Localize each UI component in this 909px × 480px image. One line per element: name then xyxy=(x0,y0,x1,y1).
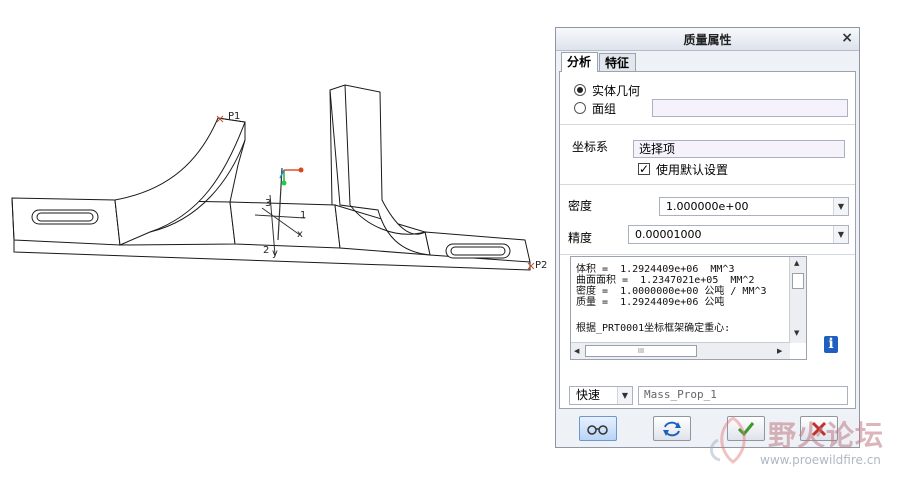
scroll-right-icon[interactable]: ▶ xyxy=(777,347,782,355)
csys-select-field[interactable]: 选择项 xyxy=(633,140,845,158)
csys-label: 坐标系 xyxy=(572,140,609,154)
results-text-area[interactable]: 体积 = 1.2924409e+06 MM^3 曲面面积 = 1.2347021… xyxy=(570,256,807,360)
csys-axis-1: 1 xyxy=(300,210,307,221)
watermark-brand: 野火论坛 xyxy=(768,419,885,452)
scroll-up-icon[interactable]: ▲ xyxy=(794,259,799,267)
density-value: 1.000000e+00 xyxy=(666,200,749,213)
right-slot xyxy=(445,243,511,259)
watermark-logo-icon xyxy=(710,416,746,464)
density-input[interactable]: 1.000000e+00 ▼ xyxy=(659,197,849,216)
divider xyxy=(560,124,855,125)
csys-axis-3: 3 xyxy=(265,198,272,209)
scroll-left-icon[interactable]: ◀ xyxy=(574,347,579,355)
datum-point-p1[interactable]: P1 xyxy=(228,111,240,122)
repeat-button[interactable] xyxy=(653,416,691,441)
scroll-down-icon[interactable]: ▼ xyxy=(794,329,799,337)
result-mass: 质量 = 1.2924409e+06 公吨 xyxy=(576,297,725,308)
cad-viewport[interactable] xyxy=(0,0,560,480)
watermark-url: www.proewildfire.cn xyxy=(760,453,881,467)
chevron-down-icon[interactable]: ▼ xyxy=(833,226,848,243)
info-icon[interactable]: i xyxy=(824,336,838,353)
density-label: 密度 xyxy=(568,199,593,213)
dialog-title: 质量属性 xyxy=(683,33,732,47)
quilt-radio[interactable] xyxy=(574,102,586,114)
use-default-checkbox[interactable]: ✓ xyxy=(638,163,650,175)
scroll-thumb[interactable]: III xyxy=(585,345,697,357)
csys-axis-2: 2 xyxy=(263,245,270,256)
accuracy-input[interactable]: 0.00001000 ▼ xyxy=(628,225,849,244)
analysis-name-value: Mass_Prop_1 xyxy=(644,388,717,401)
accuracy-label: 精度 xyxy=(568,231,593,245)
csys-axis-y: y xyxy=(272,248,278,259)
solid-geometry-label: 实体几何 xyxy=(592,84,641,98)
mode-select[interactable]: 快速 ▼ xyxy=(569,386,633,405)
quilt-field[interactable] xyxy=(652,99,848,117)
tab-analysis[interactable]: 分析 xyxy=(561,52,598,72)
chevron-down-icon[interactable]: ▼ xyxy=(617,387,632,404)
use-default-label: 使用默认设置 xyxy=(656,163,729,177)
analysis-name-field[interactable]: Mass_Prop_1 xyxy=(638,386,848,405)
divider xyxy=(560,184,855,185)
results-vertical-scrollbar[interactable]: ▲ ▼ xyxy=(789,257,806,343)
glasses-icon xyxy=(587,425,608,435)
csys-axis-x: x xyxy=(297,229,303,240)
quilt-label: 面组 xyxy=(592,102,617,116)
accuracy-value: 0.00001000 xyxy=(635,228,702,241)
datum-point-p2[interactable]: P2 xyxy=(535,260,547,271)
mass-properties-dialog: 质量属性 × 分析 特征 实体几何 面组 坐标系 选择项 ✓ 使用默认设置 密度… xyxy=(555,27,860,448)
divider xyxy=(560,254,855,255)
refresh-icon xyxy=(663,421,681,437)
preview-button[interactable] xyxy=(579,416,617,441)
left-slot xyxy=(31,209,99,225)
results-horizontal-scrollbar[interactable]: ◀ III ▶ xyxy=(571,342,790,359)
tab-feature[interactable]: 特征 xyxy=(599,53,636,71)
dialog-titlebar[interactable]: 质量属性 × xyxy=(556,28,859,51)
close-icon[interactable]: × xyxy=(841,30,853,46)
mode-value: 快速 xyxy=(576,388,601,402)
chevron-down-icon[interactable]: ▼ xyxy=(833,198,848,215)
scroll-thumb[interactable] xyxy=(792,273,804,289)
result-center-of-gravity: 根据_PRT0001坐标框架确定重心: xyxy=(576,323,731,334)
solid-geometry-radio[interactable] xyxy=(574,84,586,96)
